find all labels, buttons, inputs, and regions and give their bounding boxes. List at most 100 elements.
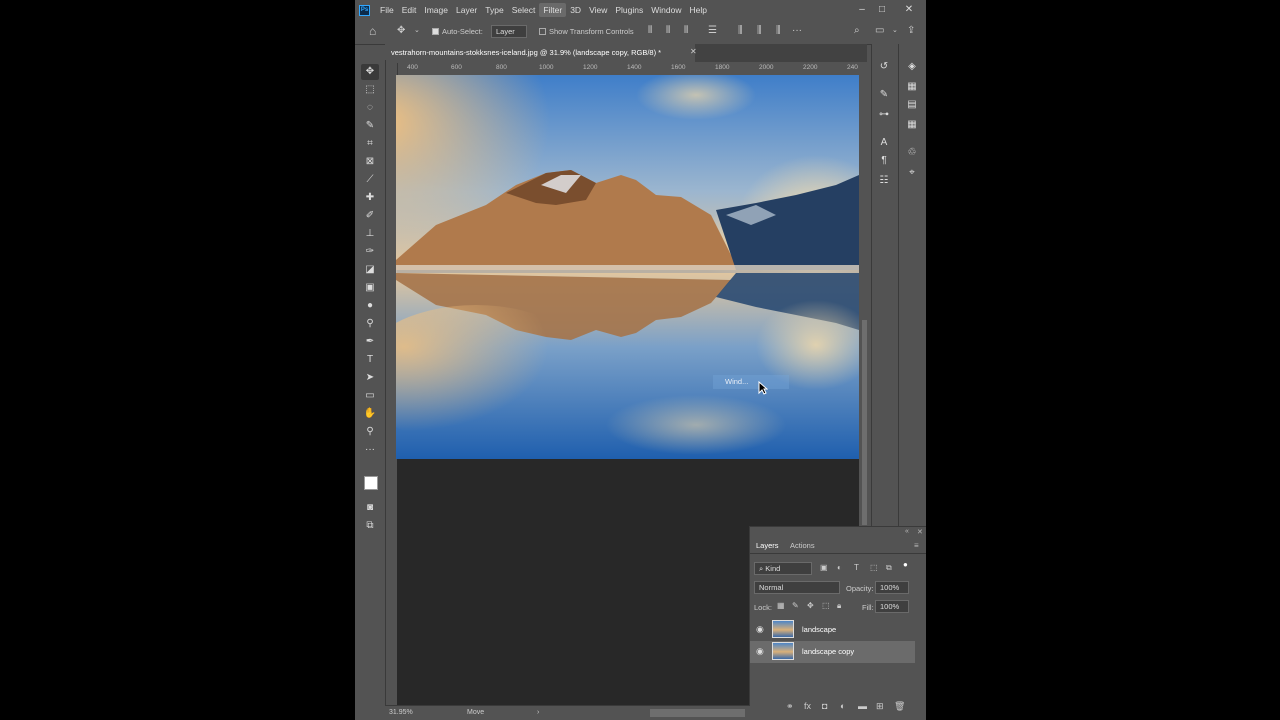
filter-smart-object-icon[interactable]: ⧉ bbox=[886, 563, 892, 573]
marquee-tool-icon[interactable]: ⬚ bbox=[361, 82, 379, 98]
align-middle-icon[interactable]: ⫼ bbox=[757, 25, 762, 37]
panel-menu-icon[interactable]: ≡ bbox=[914, 541, 919, 550]
new-layer-icon[interactable]: ⊞ bbox=[876, 701, 884, 712]
lasso-tool-icon[interactable]: ◌ bbox=[361, 100, 379, 116]
hand-tool-icon[interactable]: ✋ bbox=[361, 406, 379, 422]
align-left-icon[interactable]: ⫴ bbox=[648, 25, 652, 37]
color-panel-icon[interactable]: ◈ bbox=[905, 60, 919, 74]
auto-select-checkbox[interactable] bbox=[432, 28, 439, 35]
link-layers-icon[interactable]: ⚭ bbox=[786, 701, 794, 712]
move-tool-icon[interactable]: ✥ bbox=[361, 64, 379, 80]
layer-row[interactable]: ◉ landscape copy bbox=[750, 641, 915, 663]
lock-transparent-icon[interactable]: ▦ bbox=[777, 601, 785, 610]
paths-panel-icon[interactable]: ⌖ bbox=[905, 166, 919, 180]
workspace-icon[interactable]: ▭ bbox=[875, 25, 884, 37]
share-icon[interactable]: ⇪ bbox=[907, 25, 915, 37]
visibility-eye-icon[interactable]: ◉ bbox=[756, 647, 766, 656]
filter-type-icon[interactable]: T bbox=[854, 563, 859, 572]
lock-pixels-icon[interactable]: ✎ bbox=[792, 601, 799, 610]
new-group-icon[interactable]: ▬ bbox=[858, 701, 867, 711]
menu-image[interactable]: Image bbox=[420, 3, 452, 17]
quick-mask-icon[interactable]: ◙ bbox=[361, 500, 379, 516]
menu-window[interactable]: Window bbox=[647, 3, 685, 17]
menu-filter[interactable]: Filter bbox=[539, 3, 567, 17]
history-panel-icon[interactable]: ↺ bbox=[877, 60, 891, 74]
align-bottom-icon[interactable]: ⫼ bbox=[776, 25, 781, 37]
landscape-image[interactable] bbox=[396, 75, 859, 459]
vertical-scroll-thumb[interactable] bbox=[862, 320, 867, 525]
search-icon[interactable]: ⌕ bbox=[854, 25, 860, 37]
align-center-icon[interactable]: ⫴ bbox=[666, 25, 670, 37]
menu-select[interactable]: Select bbox=[508, 3, 540, 17]
layer-row[interactable]: ◉ landscape bbox=[750, 619, 915, 641]
distribute-icon[interactable]: ☰ bbox=[708, 25, 717, 37]
menu-edit[interactable]: Edit bbox=[398, 3, 421, 17]
blend-mode-dropdown[interactable]: Normal bbox=[754, 581, 840, 594]
menu-3d[interactable]: 3D bbox=[566, 3, 585, 17]
status-arrow-icon[interactable]: › bbox=[537, 709, 539, 716]
delete-layer-icon[interactable]: 🗑︎ bbox=[894, 701, 905, 712]
lock-all-icon[interactable]: 🔒︎ bbox=[837, 601, 841, 611]
patterns-panel-icon[interactable]: ▦ bbox=[905, 118, 919, 132]
character-panel-icon[interactable]: A bbox=[877, 136, 891, 150]
align-top-icon[interactable]: ⫼ bbox=[738, 25, 743, 37]
rectangle-tool-icon[interactable]: ▭ bbox=[361, 388, 379, 404]
close-panel-icon[interactable]: ✕ bbox=[917, 528, 923, 536]
zoom-tool-icon[interactable]: ⚲ bbox=[361, 424, 379, 440]
visibility-eye-icon[interactable]: ◉ bbox=[756, 625, 766, 634]
more-tools-icon[interactable]: ··· bbox=[361, 442, 379, 458]
gradients-panel-icon[interactable]: ▤ bbox=[905, 98, 919, 112]
screen-mode-icon[interactable]: ⧉ bbox=[361, 518, 379, 534]
horizontal-scroll-thumb[interactable] bbox=[650, 709, 745, 717]
tab-layers[interactable]: Layers bbox=[756, 541, 779, 550]
close-window-button[interactable]: ✕ bbox=[902, 3, 916, 17]
lock-position-icon[interactable]: ✥ bbox=[807, 601, 814, 610]
add-mask-icon[interactable]: ◘ bbox=[822, 701, 827, 711]
minimize-button[interactable]: – bbox=[855, 3, 869, 17]
brush-panel-icon[interactable]: ✎ bbox=[877, 88, 891, 102]
opacity-field[interactable]: 100% bbox=[875, 581, 909, 594]
eraser-tool-icon[interactable]: ◪ bbox=[361, 262, 379, 278]
close-tab-icon[interactable]: ✕ bbox=[690, 47, 697, 56]
document-tab[interactable]: vestrahorn-mountains-stokksnes-iceland.j… bbox=[385, 44, 695, 64]
filter-shape-icon[interactable]: ⬚ bbox=[870, 563, 878, 572]
brush-settings-icon[interactable]: ⊶ bbox=[877, 108, 891, 122]
path-select-tool-icon[interactable]: ➤ bbox=[361, 370, 379, 386]
maximize-button[interactable]: □ bbox=[875, 3, 889, 17]
adjustment-layer-icon[interactable]: ◐ bbox=[840, 701, 845, 711]
chevron-down-icon[interactable]: ⌄ bbox=[414, 25, 420, 37]
dodge-tool-icon[interactable]: ⚲ bbox=[361, 316, 379, 332]
swatches-panel-icon[interactable]: ▦ bbox=[905, 80, 919, 94]
more-options-icon[interactable]: ··· bbox=[792, 25, 802, 37]
blur-tool-icon[interactable]: ● bbox=[361, 298, 379, 314]
healing-tool-icon[interactable]: ✚ bbox=[361, 190, 379, 206]
foreground-color-swatch[interactable] bbox=[364, 476, 378, 490]
history-brush-tool-icon[interactable]: ✑ bbox=[361, 244, 379, 260]
menu-plugins[interactable]: Plugins bbox=[611, 3, 647, 17]
layer-style-icon[interactable]: fx bbox=[804, 701, 811, 711]
collapse-panel-icon[interactable]: « bbox=[905, 528, 909, 535]
tab-actions[interactable]: Actions bbox=[790, 541, 815, 550]
libraries-panel-icon[interactable]: ♲ bbox=[905, 146, 919, 160]
brush-tool-icon[interactable]: ✐ bbox=[361, 208, 379, 224]
filter-kind-dropdown[interactable]: ⌕ Kind bbox=[754, 562, 812, 575]
zoom-level[interactable]: 31.95% bbox=[389, 709, 413, 716]
filter-toggle-icon[interactable]: ● bbox=[903, 560, 908, 569]
eyedropper-tool-icon[interactable]: ⟋ bbox=[361, 172, 379, 188]
quick-select-tool-icon[interactable]: ✎ bbox=[361, 118, 379, 134]
type-tool-icon[interactable]: T bbox=[361, 352, 379, 368]
stamp-tool-icon[interactable]: ⊥ bbox=[361, 226, 379, 242]
filter-adjustment-icon[interactable]: ◐ bbox=[837, 563, 842, 572]
pen-tool-icon[interactable]: ✒ bbox=[361, 334, 379, 350]
align-right-icon[interactable]: ⫴ bbox=[684, 25, 688, 37]
lock-artboard-icon[interactable]: ⬚ bbox=[822, 601, 830, 610]
home-icon[interactable]: ⌂ bbox=[369, 25, 376, 37]
menu-layer[interactable]: Layer bbox=[452, 3, 481, 17]
fill-field[interactable]: 100% bbox=[875, 600, 909, 613]
properties-panel-icon[interactable]: ☷ bbox=[877, 174, 891, 188]
menu-view[interactable]: View bbox=[585, 3, 611, 17]
gradient-tool-icon[interactable]: ▣ bbox=[361, 280, 379, 296]
move-tool-icon[interactable]: ✥ bbox=[397, 25, 405, 37]
filter-pixel-icon[interactable]: ▣ bbox=[820, 563, 828, 572]
menu-file[interactable]: File bbox=[376, 3, 398, 17]
